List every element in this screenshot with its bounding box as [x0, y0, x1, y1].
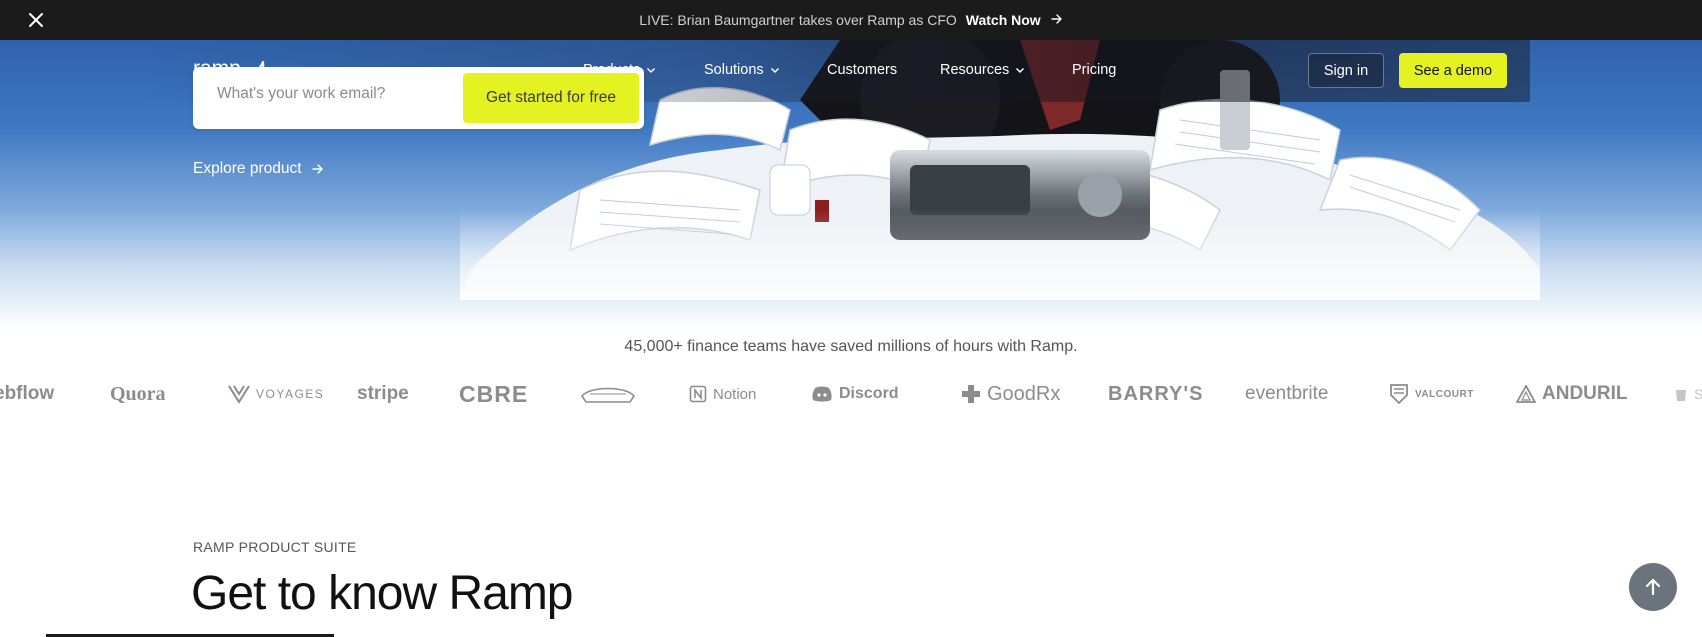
voyages-icon [228, 385, 250, 404]
logo-webflow: ebflow [0, 383, 55, 404]
explore-product-label: Explore product [193, 160, 302, 177]
nav-pricing-label: Pricing [1072, 62, 1117, 78]
logo-shopify-partial: Sh [1674, 376, 1702, 412]
scroll-to-top-button[interactable] [1629, 563, 1677, 611]
logo-quora: Quora [110, 382, 166, 405]
page: LIVE: Brian Baumgartner takes over Ramp … [0, 0, 1702, 637]
anduril-icon [1516, 385, 1536, 403]
nav-solutions-label: Solutions [704, 62, 764, 78]
notion-icon [689, 385, 707, 403]
email-capture-form: Get started for free [193, 67, 644, 129]
notion-label: Notion [713, 385, 757, 403]
nav-customers[interactable]: Customers [827, 62, 897, 78]
announcement-message: LIVE: Brian Baumgartner takes over Ramp … [639, 12, 957, 28]
logo-notion: Notion [689, 376, 756, 412]
customer-logo-strip: ebflow Quora VOYAGES stripe CBRE Notion … [0, 376, 1702, 412]
logo-shake-shack [580, 376, 636, 412]
shake-shack-icon [581, 387, 635, 403]
arrow-up-icon [1645, 578, 1661, 596]
logo-cbre: CBRE [459, 380, 529, 407]
sign-in-button[interactable]: Sign in [1308, 53, 1384, 88]
close-icon[interactable] [26, 10, 46, 30]
discord-icon [812, 386, 832, 402]
logo-voyages: VOYAGES [228, 376, 324, 412]
nav-solutions[interactable]: Solutions [704, 62, 780, 78]
logo-goodrx: GoodRx [961, 376, 1060, 412]
work-email-input[interactable] [217, 85, 437, 103]
explore-product-link[interactable]: Explore product [193, 160, 324, 178]
nav-customers-label: Customers [827, 62, 898, 78]
logo-anduril: ANDURIL [1516, 376, 1628, 412]
arrow-right-icon [311, 164, 323, 174]
logo-discord: Discord [811, 376, 899, 412]
arrow-right-icon[interactable] [1050, 12, 1063, 28]
nav-resources[interactable]: Resources [940, 62, 1025, 78]
logo-barrys: BARRY'S [1108, 382, 1204, 405]
product-suite-eyebrow: RAMP PRODUCT SUITE [193, 539, 357, 555]
product-suite-title: Get to know Ramp [191, 567, 573, 620]
voyages-label: VOYAGES [256, 387, 325, 401]
chevron-down-icon [1016, 67, 1025, 74]
nav-pricing[interactable]: Pricing [1072, 62, 1116, 78]
get-started-button[interactable]: Get started for free [463, 73, 639, 123]
shopify-label: Sh [1694, 386, 1702, 402]
anduril-label: ANDURIL [1542, 383, 1628, 404]
logo-stripe: stripe [357, 383, 409, 404]
goodrx-icon [962, 385, 980, 403]
goodrx-label: GoodRx [987, 382, 1061, 405]
social-proof-text: 45,000+ finance teams have saved million… [624, 338, 1078, 355]
nav-resources-label: Resources [940, 62, 1010, 78]
watch-now-link[interactable]: Watch Now [966, 12, 1041, 28]
logo-valcourt: VALCOURT [1389, 376, 1474, 412]
valcourt-label: VALCOURT [1415, 388, 1474, 400]
chevron-down-icon [770, 67, 779, 74]
discord-label: Discord [839, 385, 899, 402]
announcement-bar: LIVE: Brian Baumgartner takes over Ramp … [0, 0, 1702, 40]
see-demo-button[interactable]: See a demo [1399, 53, 1507, 88]
logo-eventbrite: eventbrite [1245, 383, 1329, 404]
shopify-icon [1676, 390, 1686, 401]
chevron-down-icon [647, 67, 656, 74]
valcourt-icon [1390, 384, 1408, 405]
